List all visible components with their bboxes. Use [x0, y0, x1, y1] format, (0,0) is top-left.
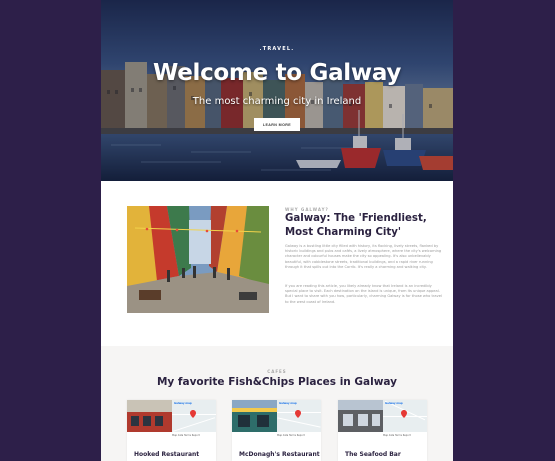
map-footer: Map data Terms Report	[277, 434, 305, 437]
learn-more-button[interactable]: LEARN MORE	[254, 118, 300, 131]
cafe-card-seafood-bar[interactable]: Galway map Map data Terms Report The Sea…	[338, 400, 427, 461]
page: .TRAVEL. Welcome to Galway The most char…	[101, 0, 453, 461]
map-label: Galway map	[385, 402, 403, 405]
cafes-kicker: CAFES	[267, 369, 287, 374]
hero-section: .TRAVEL. Welcome to Galway The most char…	[101, 0, 453, 181]
cafe-name: McDonagh's Restaurant	[239, 451, 320, 458]
map-footer: Map data Terms Report	[383, 434, 411, 437]
about-paragraph-2: If you are reading this article, you lik…	[285, 284, 442, 304]
cafe-name: The Seafood Bar	[345, 451, 401, 458]
about-paragraph-1: Galway is a bustling little city filled …	[285, 244, 442, 269]
cafe-name: Hooked Restaurant	[134, 451, 200, 458]
hero-background-image	[101, 0, 453, 181]
cafe-photo	[127, 400, 172, 432]
cafe-card-hooked[interactable]: Galway map Map data Terms Report Hooked …	[127, 400, 216, 461]
cafes-title: My favorite Fish&Chips Places in Galway	[156, 376, 398, 388]
map-pin-icon	[295, 410, 301, 418]
map-label: Galway map	[174, 402, 192, 405]
hero-subtitle: The most charming city in Ireland	[192, 96, 362, 107]
cafes-section: CAFES My favorite Fish&Chips Places in G…	[101, 346, 453, 461]
galway-street-photo	[127, 206, 269, 313]
map-footer: Map data Terms Report	[172, 434, 200, 437]
hero-brand-label: .TRAVEL.	[259, 46, 295, 52]
hero-title: Welcome to Galway	[152, 60, 402, 86]
about-section: WHY GALWAY? Galway: The 'Friendliest, Mo…	[101, 181, 453, 346]
map-label: Galway map	[279, 402, 297, 405]
about-title: Galway: The 'Friendliest, Most Charming …	[285, 213, 427, 238]
cafe-photo	[232, 400, 277, 432]
map-pin-icon	[401, 410, 407, 418]
cafe-card-mcdonaghs[interactable]: Galway map Map data Terms Report McDonag…	[232, 400, 321, 461]
cafe-photo	[338, 400, 383, 432]
map-pin-icon	[190, 410, 196, 418]
